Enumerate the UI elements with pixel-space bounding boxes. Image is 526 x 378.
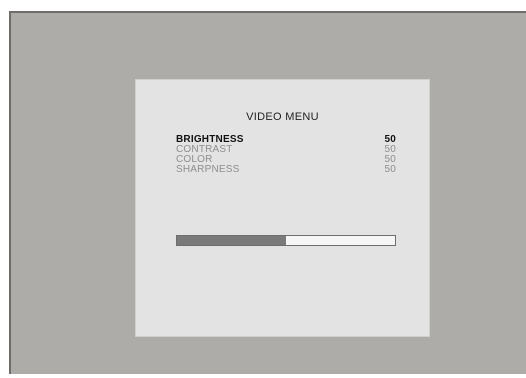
video-menu-panel: VIDEO MENU BRIGHTNESS 50 CONTRAST 50 COL… (135, 79, 430, 337)
menu-item-value: 50 (384, 164, 396, 175)
menu-item-label: SHARPNESS (176, 164, 240, 175)
menu-title: VIDEO MENU (246, 111, 319, 123)
display-screen: VIDEO MENU BRIGHTNESS 50 CONTRAST 50 COL… (9, 11, 526, 374)
menu-list: BRIGHTNESS 50 CONTRAST 50 COLOR 50 SHARP… (176, 135, 396, 175)
menu-item-sharpness[interactable]: SHARPNESS 50 (176, 165, 396, 175)
level-bar-fill (177, 236, 286, 245)
level-bar[interactable] (176, 235, 396, 246)
